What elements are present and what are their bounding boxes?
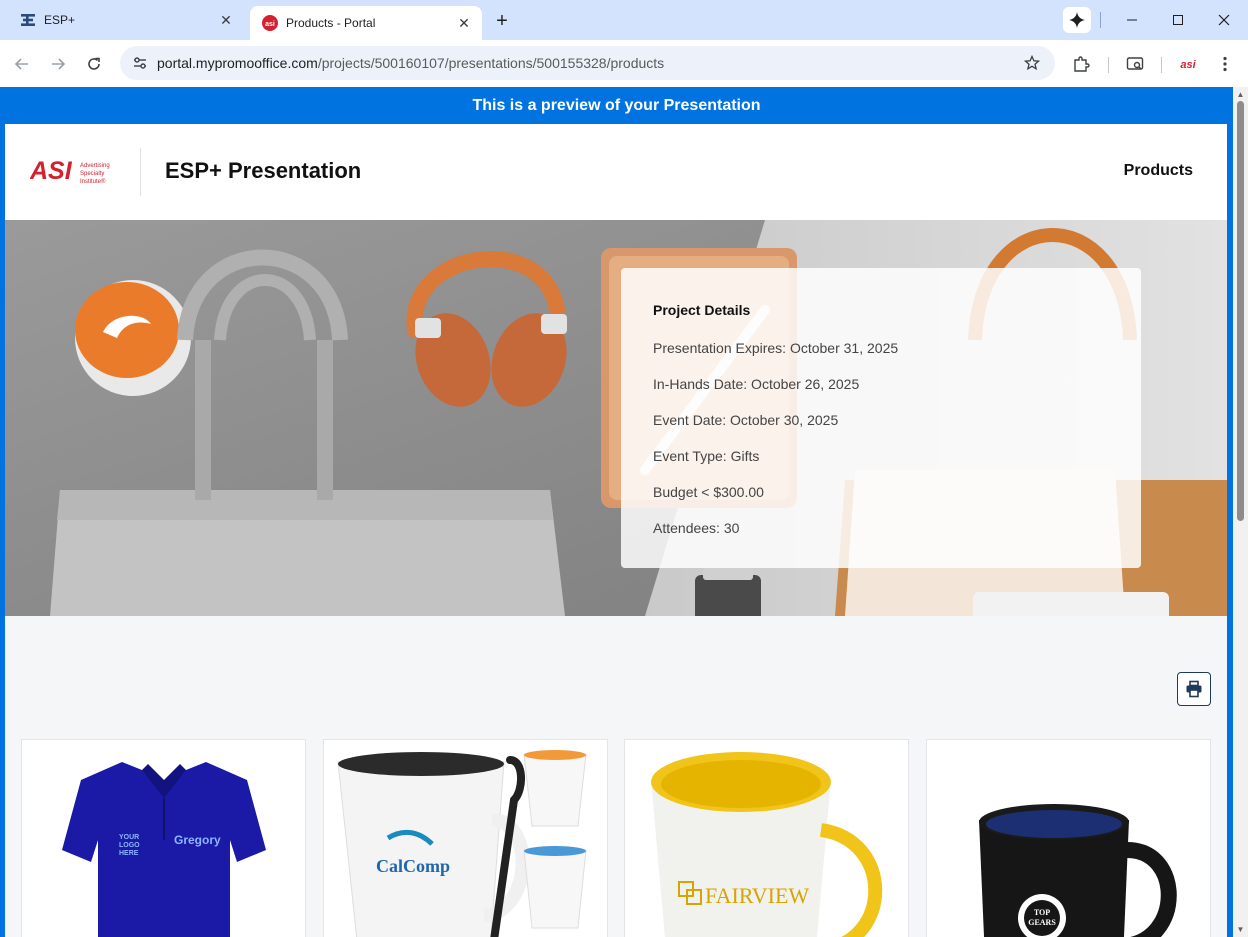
minimize-icon	[1127, 19, 1137, 21]
product-image-black-mug: TOP GEARS	[979, 804, 1177, 937]
print-line-2: GEARS	[1028, 918, 1056, 927]
print-brand: CalComp	[376, 856, 450, 876]
print-line-1: TOP	[1034, 908, 1050, 917]
back-button[interactable]	[8, 50, 36, 78]
tab-strip: ESP+ ✕ asi Products - Portal ✕ +	[0, 0, 1248, 40]
scrollbar-thumb[interactable]	[1237, 101, 1244, 521]
print-line-1: YOUR	[119, 834, 139, 841]
budget: Budget < $300.00	[653, 484, 764, 500]
product-image-polo: YOUR LOGO HERE Gregory	[62, 762, 266, 937]
event-type: Event Type: Gifts	[653, 448, 760, 464]
close-icon[interactable]: ✕	[454, 13, 474, 33]
nav-products-link[interactable]: Products	[1124, 162, 1193, 180]
puzzle-icon	[1074, 56, 1090, 72]
product-card-black-mug[interactable]: TOP GEARS	[926, 739, 1211, 937]
print-brand: FAIRVIEW	[705, 883, 809, 908]
url-path: /projects/500160107/presentations/500155…	[317, 55, 665, 71]
asi-favicon-icon: asi	[262, 15, 278, 31]
site-info-icon[interactable]	[128, 51, 152, 75]
more-vertical-icon	[1223, 56, 1227, 72]
print-line-3: HERE	[119, 850, 139, 857]
page-scrollbar[interactable]: ▲ ▼	[1233, 87, 1248, 937]
bookmark-star-icon[interactable]	[1021, 52, 1043, 74]
profile-button[interactable]: asi	[1174, 50, 1202, 78]
url-text[interactable]: portal.mypromooffice.com/projects/500160…	[157, 46, 664, 80]
attendees: Attendees: 30	[653, 520, 740, 536]
divider	[1108, 57, 1109, 73]
tab-search-button[interactable]	[1121, 50, 1149, 78]
tab-title: ESP+	[44, 13, 76, 27]
tab-search-icon	[1126, 57, 1144, 70]
tab-products-portal[interactable]: asi Products - Portal ✕	[250, 6, 482, 40]
print-button[interactable]	[1177, 672, 1211, 706]
logo-text: ASI	[30, 158, 73, 185]
scroll-up-icon[interactable]: ▲	[1236, 90, 1245, 99]
url-domain: portal.mypromooffice.com	[157, 55, 318, 71]
presentation-page: ASI Advertising Specialty Institute® ESP…	[5, 124, 1227, 937]
minimize-button[interactable]	[1120, 8, 1144, 32]
presentation-expires: Presentation Expires: October 31, 2025	[653, 340, 899, 356]
header-divider	[140, 148, 141, 196]
address-bar[interactable]: portal.mypromooffice.com/projects/500160…	[120, 46, 1055, 80]
close-window-button[interactable]	[1212, 8, 1236, 32]
project-details-heading: Project Details	[653, 302, 751, 318]
asi-profile-icon: asi	[1180, 59, 1196, 71]
close-icon[interactable]: ✕	[216, 10, 236, 30]
divider	[1161, 57, 1162, 73]
extensions-button[interactable]	[1067, 50, 1095, 78]
arrow-left-icon	[14, 58, 28, 70]
product-card-fairview-mug[interactable]: FAIRVIEW	[624, 739, 909, 937]
sparkle-icon	[1069, 12, 1085, 28]
event-date: Event Date: October 30, 2025	[653, 412, 839, 428]
product-image-spoon-mug: CalComp	[337, 750, 587, 937]
tab-title: Products - Portal	[286, 16, 376, 30]
browser-menu-button[interactable]	[1211, 50, 1239, 78]
in-hands-date: In-Hands Date: October 26, 2025	[653, 376, 860, 392]
logo-tagline-2: Specialty	[80, 171, 104, 177]
logo-tagline-1: Advertising	[80, 163, 110, 169]
esp-favicon-icon	[20, 12, 36, 28]
print-line-2: LOGO	[119, 842, 140, 849]
logo-tagline-3: Institute®	[80, 178, 106, 185]
product-card-spoon-mug[interactable]: CalComp	[323, 739, 608, 937]
hero-banner: Project Details Presentation Expires: Oc…	[5, 220, 1227, 616]
arrow-right-icon	[52, 58, 66, 70]
project-details-card: Project Details Presentation Expires: Oc…	[621, 268, 1141, 568]
gemini-button[interactable]	[1063, 7, 1091, 33]
browser-toolbar: portal.mypromooffice.com/projects/500160…	[0, 40, 1248, 87]
maximize-button[interactable]	[1166, 8, 1190, 32]
preview-banner: This is a preview of your Presentation	[472, 97, 761, 114]
asi-logo[interactable]: ASI Advertising Specialty Institute®	[29, 157, 125, 188]
page-title: ESP+ Presentation	[165, 158, 362, 183]
scroll-down-icon[interactable]: ▼	[1236, 925, 1245, 934]
svg-text:asi: asi	[265, 21, 275, 28]
site-header: ASI Advertising Specialty Institute® ESP…	[5, 124, 1227, 220]
print-name: Gregory	[174, 833, 221, 847]
product-card-polo[interactable]: YOUR LOGO HERE Gregory	[21, 739, 306, 937]
printer-icon	[1186, 680, 1202, 698]
close-icon	[1218, 14, 1230, 26]
svg-text:asi: asi	[1180, 59, 1196, 71]
reload-icon	[88, 57, 100, 70]
maximize-icon	[1173, 15, 1183, 25]
reload-button[interactable]	[80, 50, 108, 78]
divider	[1100, 12, 1101, 28]
page-viewport: This is a preview of your Presentation A…	[0, 87, 1233, 937]
new-tab-button[interactable]: +	[490, 9, 514, 33]
tab-esp[interactable]: ESP+ ✕	[8, 0, 244, 40]
forward-button[interactable]	[44, 50, 72, 78]
product-image-fairview-mug: FAIRVIEW	[651, 752, 883, 937]
